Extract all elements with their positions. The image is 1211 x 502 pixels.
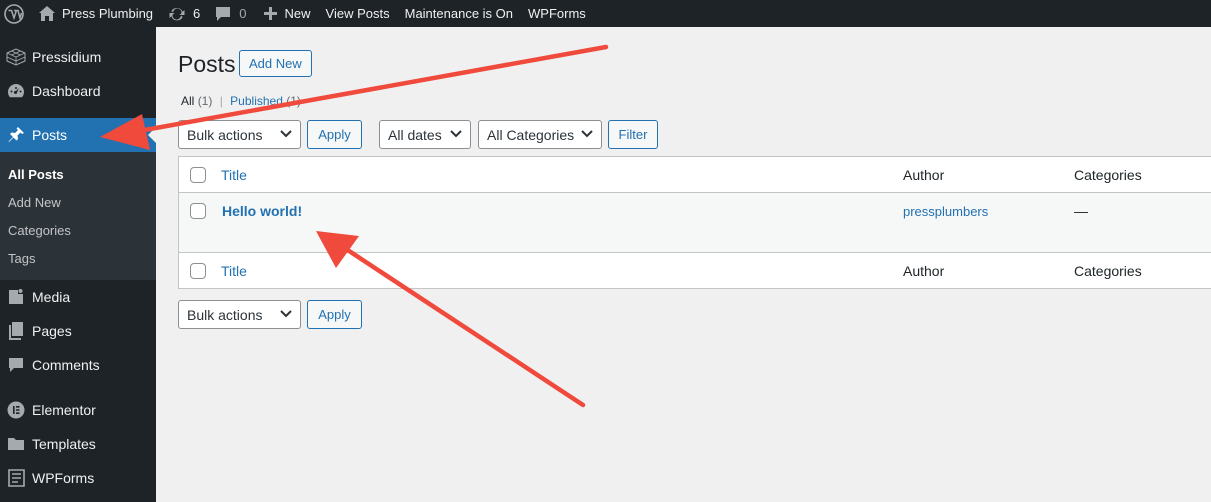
sidebar-item-label: Media <box>32 289 71 305</box>
chevron-down-icon <box>450 130 462 138</box>
grid-cube-icon <box>0 48 32 66</box>
filter-button[interactable]: Filter <box>608 120 658 149</box>
submenu-all-posts[interactable]: All Posts <box>8 167 64 182</box>
filter-separator: | <box>219 94 223 108</box>
pages-icon <box>0 322 32 340</box>
comments-link[interactable]: 0 <box>215 0 247 27</box>
folder-icon <box>0 436 32 452</box>
column-title-footer[interactable]: Title <box>221 263 247 279</box>
sidebar-item-label: Elementor <box>32 402 96 418</box>
home-icon <box>39 6 55 21</box>
table-footer: Title Author Categories <box>179 252 1211 289</box>
site-name-link[interactable]: Press Plumbing <box>39 0 153 27</box>
posts-table: Title Author Categories Hello world! pre… <box>178 156 1211 289</box>
wpforms-icon <box>0 469 32 487</box>
post-author-link[interactable]: pressplumbers <box>903 204 988 219</box>
comment-icon <box>0 357 32 373</box>
sidebar-item-posts[interactable]: Posts <box>0 118 156 152</box>
filter-all-count: (1) <box>197 94 213 108</box>
sidebar-item-templates[interactable]: Templates <box>0 427 156 461</box>
new-content-link[interactable]: New <box>263 0 311 27</box>
sidebar-item-label: Templates <box>32 436 96 452</box>
column-categories-footer: Categories <box>1074 263 1142 279</box>
sidebar-item-label: Comments <box>32 357 100 373</box>
filter-all[interactable]: All <box>181 94 194 108</box>
sidebar-item-pressidium[interactable]: Pressidium <box>0 40 156 74</box>
posts-submenu: All Posts Add New Categories Tags <box>0 152 156 280</box>
column-categories-header: Categories <box>1074 167 1142 183</box>
sidebar-item-media[interactable]: Media <box>0 280 156 314</box>
column-title-header[interactable]: Title <box>221 167 247 183</box>
media-icon <box>0 288 32 306</box>
sidebar-item-label: WPForms <box>32 470 95 486</box>
admin-bar: Press Plumbing 6 0 New View Posts Mainte… <box>0 0 1211 27</box>
apply-button-top[interactable]: Apply <box>307 120 362 149</box>
elementor-icon <box>0 401 32 419</box>
sidebar-item-label: Pages <box>32 323 72 339</box>
admin-sidebar: Pressidium Dashboard Posts All Posts Add… <box>0 27 156 502</box>
sidebar-item-wpforms[interactable]: WPForms <box>0 461 156 495</box>
site-name: Press Plumbing <box>62 6 154 21</box>
table-header: Title Author Categories <box>179 157 1211 193</box>
submenu-add-new[interactable]: Add New <box>8 195 61 210</box>
sidebar-item-label: Dashboard <box>32 83 101 99</box>
active-indicator <box>148 127 156 143</box>
filter-published[interactable]: Published <box>230 94 283 108</box>
add-new-button[interactable]: Add New <box>239 50 312 77</box>
column-author-header: Author <box>903 167 945 183</box>
view-posts-link[interactable]: View Posts <box>326 0 390 27</box>
chevron-down-icon <box>280 130 292 138</box>
sidebar-item-comments[interactable]: Comments <box>0 348 156 382</box>
maintenance-link[interactable]: Maintenance is On <box>405 0 513 27</box>
chevron-down-icon <box>581 130 593 138</box>
chevron-down-icon <box>280 310 292 318</box>
post-title-link[interactable]: Hello world! <box>222 203 302 219</box>
post-status-filters: All (1) | Published (1) <box>181 94 301 108</box>
refresh-icon <box>169 7 185 20</box>
submenu-categories[interactable]: Categories <box>8 223 71 238</box>
post-categories: — <box>1074 203 1088 219</box>
categories-select[interactable]: All Categories <box>478 120 602 149</box>
dates-select[interactable]: All dates <box>379 120 471 149</box>
row-checkbox[interactable] <box>190 203 206 219</box>
bulk-actions-select-bottom[interactable]: Bulk actions <box>178 300 301 329</box>
plus-icon <box>263 7 277 20</box>
dates-value: All dates <box>388 126 442 143</box>
bulk-actions-select-top[interactable]: Bulk actions <box>178 120 301 149</box>
wpforms-link[interactable]: WPForms <box>528 0 586 27</box>
new-label: New <box>284 6 311 21</box>
column-author-footer: Author <box>903 263 945 279</box>
sidebar-item-label: Pressidium <box>32 49 102 65</box>
sidebar-item-dashboard[interactable]: Dashboard <box>0 74 156 108</box>
categories-value: All Categories <box>487 126 575 143</box>
apply-button-bottom[interactable]: Apply <box>307 300 362 329</box>
bulk-actions-value: Bulk actions <box>187 126 263 143</box>
comments-count: 0 <box>239 6 247 21</box>
updates-count: 6 <box>193 6 201 21</box>
dashboard-icon <box>0 83 32 99</box>
bulk-actions-value: Bulk actions <box>187 306 263 323</box>
select-all-checkbox[interactable] <box>190 167 206 183</box>
sidebar-item-elementor[interactable]: Elementor <box>0 393 156 427</box>
table-row: Hello world! pressplumbers — <box>179 193 1211 252</box>
page-title: Posts <box>178 51 236 77</box>
submenu-tags[interactable]: Tags <box>8 251 35 266</box>
wordpress-logo-icon[interactable] <box>0 0 27 27</box>
sidebar-item-label: Posts <box>32 127 68 143</box>
updates-link[interactable]: 6 <box>168 0 200 27</box>
select-all-checkbox-footer[interactable] <box>190 263 206 279</box>
main-content: Posts Add New All (1) | Published (1) Bu… <box>156 27 1211 502</box>
filter-published-count: (1) <box>286 94 301 108</box>
comment-icon <box>216 6 231 21</box>
pushpin-icon <box>0 126 32 144</box>
sidebar-item-pages[interactable]: Pages <box>0 314 156 348</box>
